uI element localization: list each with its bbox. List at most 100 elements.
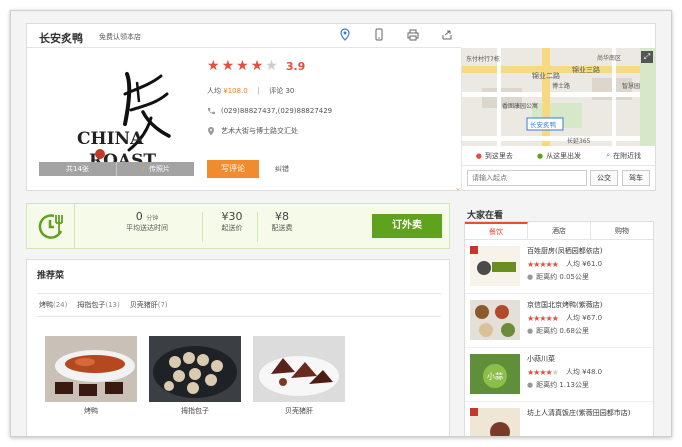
star-icon: ★	[265, 58, 278, 74]
write-review-button[interactable]: 写评论	[207, 160, 259, 178]
map-label: 长延365	[567, 137, 591, 145]
drive-button[interactable]: 驾车	[622, 170, 650, 186]
dish-name: 拇指包子	[181, 407, 209, 415]
restaurant-name: 长安炙鸭	[39, 32, 83, 45]
map-tabs: ● 到这里去 ● 从这里出发 ⌕ 在附近找	[461, 146, 656, 166]
item-name[interactable]: 百姓厨房(凤栖园都依店)	[527, 246, 602, 256]
review-count[interactable]: 30	[285, 87, 294, 95]
dish-name: 贝壳猪肝	[285, 407, 313, 415]
avg-delivery-time: 0 分钟 平均送达时间	[126, 210, 168, 232]
svg-text:小蒜: 小蒜	[487, 371, 503, 381]
map-label: 尚华南区	[597, 54, 621, 62]
delivery-bar: 0 分钟 平均送达时间 ¥30 起送价 ¥8 配送费 订外卖	[26, 203, 450, 249]
logo-text-china: CHINA	[77, 129, 144, 149]
upload-photo[interactable]: ↑ 传照片	[117, 162, 194, 176]
recommended-dishes: 推荐菜 烤鸭(24) 拇指包子(13) 贝壳猪肝(7) 烤鸭 拇指包子 贝壳猪肝	[26, 259, 450, 436]
dish-photo[interactable]	[253, 336, 345, 402]
list-item[interactable]: 百姓厨房(凤栖园都依店) ★★★★★ 人均 ¥61.0 ● 距离约 0.05公里	[465, 240, 653, 294]
rating-score: 3.9	[285, 59, 306, 73]
item-name[interactable]: 京信国北京烤鸭(紫薇店)	[527, 300, 602, 310]
print-icon[interactable]	[407, 28, 419, 42]
rating-stars: ★★★★★	[527, 367, 559, 377]
map-label: 锦业三路	[572, 65, 600, 74]
address-pin-icon	[208, 126, 214, 135]
item-avg: 人均 ¥67.0	[565, 314, 603, 322]
dish-card[interactable]: 贝壳猪肝	[253, 336, 345, 416]
dish-name: 烤鸭	[84, 407, 98, 415]
avg-label: 人均	[207, 87, 221, 95]
phone-number: (029)88827437,(029)88827429	[221, 107, 333, 115]
list-item[interactable]: 小蒜 小蒜川菜 ★★★★★ 人均 ¥48.0 ● 距离约 1.13公里	[465, 348, 653, 402]
dish-tag[interactable]: 贝壳猪肝(7)	[130, 300, 168, 310]
item-distance: 距离约 0.68公里	[536, 327, 589, 335]
restaurant-thumb[interactable]	[470, 300, 520, 340]
item-avg: 人均 ¥48.0	[565, 368, 603, 376]
tab-depart-here[interactable]: ● 从这里出发	[527, 146, 592, 165]
report-error-link[interactable]: 纠错	[275, 164, 289, 174]
sidebar-title: 大家在看	[467, 211, 504, 221]
restaurant-thumb[interactable]	[470, 246, 520, 286]
rating-stars: ★★★★★	[527, 259, 559, 269]
start-point-input[interactable]	[467, 170, 587, 186]
popular-sidebar: 餐饮 酒店 购物 百姓厨房(凤栖园都依店) ★★★★★ 人均 ¥61.0 ● 距离约…	[464, 221, 654, 436]
price-review-line: 人均 ¥108.0 评论 30	[207, 86, 457, 96]
map-view[interactable]: 东付村行7栋 锦业二路 尚华南区 锦业三路 博士路 智慧园 香图康园公寓 长安炙…	[461, 48, 656, 146]
restaurant-thumb[interactable]	[470, 408, 520, 436]
tab-food[interactable]: 餐饮	[465, 222, 528, 239]
star-icon: ★	[221, 58, 235, 74]
restaurant-thumb[interactable]: 小蒜	[470, 354, 520, 394]
route-search: 公交 驾车	[461, 166, 656, 191]
dish-photo[interactable]	[149, 336, 241, 402]
review-label: 评论	[269, 87, 284, 95]
pin-icon: ●	[475, 151, 482, 160]
address-text: 艺术大街与博士路交汇处	[221, 127, 298, 135]
dish-card[interactable]: 拇指包子	[149, 336, 241, 416]
restaurant-info: ★ ★ ★ ★ ★ 3.9 人均 ¥108.0 评论 30 (029)88827…	[207, 56, 457, 178]
tab-hotel[interactable]: 酒店	[528, 222, 591, 239]
share-icon[interactable]	[441, 28, 453, 42]
phone-line: (029)88827437,(029)88827429	[207, 107, 457, 115]
order-delivery-button[interactable]: 订外卖	[372, 214, 442, 238]
dish-card[interactable]: 烤鸭	[45, 336, 137, 416]
map-label: 东付村行7栋	[466, 55, 500, 63]
map-label: 智慧园	[622, 82, 640, 90]
item-name[interactable]: 坊上人清真饭庄(紫薇田园都市店)	[527, 408, 630, 418]
transit-button[interactable]: 公交	[590, 170, 618, 186]
item-name[interactable]: 小蒜川菜	[527, 354, 555, 364]
min-order-price: ¥30 起送价	[221, 210, 243, 232]
distance-pin-icon: ●	[527, 327, 534, 335]
list-item[interactable]: 京信国北京烤鸭(紫薇店) ★★★★★ 人均 ¥67.0 ● 距离约 0.68公里	[465, 294, 653, 348]
restaurant-logo[interactable]: CHINA ROAST	[39, 54, 194, 171]
item-distance: 距离约 1.13公里	[536, 381, 589, 389]
distance-pin-icon: ●	[527, 273, 534, 281]
avg-price: ¥108.0	[223, 87, 248, 95]
tab-nearby[interactable]: ⌕ 在附近找	[591, 146, 656, 165]
address-line: 艺术大街与博士路交汇处	[207, 126, 457, 136]
star-icon: ★	[207, 58, 220, 74]
dish-tags: 烤鸭(24) 拇指包子(13) 贝壳猪肝(7)	[37, 293, 441, 317]
map-label: 香图康园公寓	[502, 102, 538, 110]
recommended-title: 推荐菜	[37, 271, 65, 281]
item-avg: 人均 ¥61.0	[565, 260, 603, 268]
fullscreen-icon[interactable]: ⤢	[641, 51, 653, 63]
map-label: 博士路	[552, 82, 570, 90]
dish-photo[interactable]	[45, 336, 137, 402]
photos-count[interactable]: 共14张	[39, 162, 117, 176]
chevron-down-icon[interactable]: ⌄	[455, 184, 461, 192]
star-icon: ★	[236, 58, 249, 74]
phone-icon	[207, 108, 215, 115]
claim-link[interactable]: 免费认领本店	[99, 32, 141, 42]
search-icon: ⌕	[606, 151, 611, 159]
mobile-icon[interactable]	[373, 28, 385, 42]
location-pin-icon[interactable]	[339, 28, 351, 42]
list-item[interactable]: 坊上人清真饭庄(紫薇田园都市店)	[465, 402, 653, 436]
sidebar-tabs: 餐饮 酒店 购物	[465, 222, 653, 240]
tab-go-here[interactable]: ● 到这里去	[462, 146, 527, 165]
restaurant-card: 长安炙鸭 免费认领本店 CHINA ROAST 共14张 ↑ 传照片 ★ ★ ★…	[26, 23, 656, 192]
tab-shopping[interactable]: 购物	[591, 222, 653, 239]
dish-tag[interactable]: 烤鸭(24)	[39, 300, 67, 310]
map-marker-label: 长安炙鸭	[530, 120, 557, 129]
dish-tag[interactable]: 拇指包子(13)	[77, 300, 119, 310]
distance-pin-icon: ●	[527, 381, 534, 389]
rating-stars: ★★★★★	[527, 313, 559, 323]
